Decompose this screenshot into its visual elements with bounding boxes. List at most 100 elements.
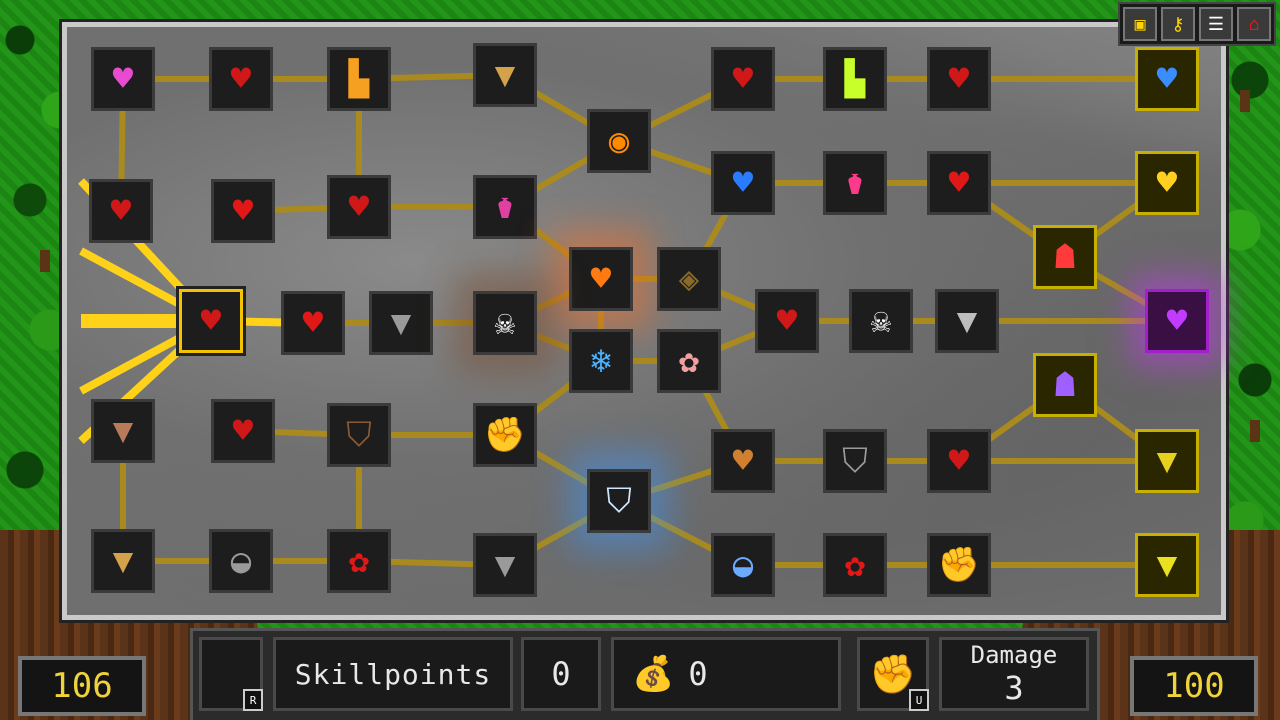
notes-icon[interactable]: ☰ — [1199, 7, 1233, 41]
skillpoints-value: 0 — [551, 655, 571, 693]
skill-node[interactable]: ♥ — [1135, 151, 1199, 215]
weapon-slot[interactable]: ✊ U — [857, 637, 929, 711]
skill-node[interactable]: ♥ — [755, 289, 819, 353]
skill-node[interactable]: ♥ — [91, 47, 155, 111]
frost-shield-icon: ⛉ — [606, 481, 632, 521]
skill-node[interactable]: ♥ — [1145, 289, 1209, 353]
tree-trunk — [40, 250, 50, 272]
skill-node[interactable]: ♥ — [1135, 47, 1199, 111]
speed-boot-icon: ▙ — [844, 59, 866, 99]
skill-node[interactable]: ☗ — [1033, 353, 1097, 417]
skill-node[interactable]: ▼ — [473, 43, 537, 107]
skill-node[interactable]: ◉ — [587, 109, 651, 173]
skill-node[interactable]: ◈ — [657, 247, 721, 311]
skill-node[interactable]: ♥ — [211, 179, 275, 243]
skull-icon: ☠ — [870, 301, 892, 341]
skill-node[interactable]: ✿ — [657, 329, 721, 393]
rose-icon: ✿ — [844, 545, 866, 585]
skill-node[interactable]: ☠ — [473, 291, 537, 355]
skill-slot[interactable]: R — [199, 637, 263, 711]
skill-node[interactable]: ♥ — [179, 289, 243, 353]
skill-node[interactable]: ❄ — [569, 329, 633, 393]
skill-node[interactable]: ▼ — [1135, 429, 1199, 493]
skill-node[interactable]: ▼ — [91, 529, 155, 593]
blue-helmet-icon: ◒ — [732, 545, 754, 585]
purple-heart-icon: ♥ — [1166, 301, 1188, 341]
skeleton-icon: ☠ — [494, 303, 516, 343]
skill-node[interactable]: ⛉ — [327, 403, 391, 467]
skill-node[interactable]: ♥ — [711, 429, 775, 493]
chest-armor-icon: ▼ — [494, 545, 516, 585]
anatomical-heart-icon: ♥ — [232, 191, 254, 231]
potion-icon: ⚱ — [494, 187, 516, 227]
skill-node[interactable]: ⚱ — [823, 151, 887, 215]
skill-node[interactable]: ◒ — [711, 533, 775, 597]
skill-node[interactable]: ♥ — [927, 429, 991, 493]
skill-node[interactable]: ⚱ — [473, 175, 537, 239]
skill-node[interactable]: ♥ — [209, 47, 273, 111]
weapon-slot-key: U — [909, 689, 929, 711]
skill-node[interactable]: ▙ — [327, 47, 391, 111]
small-hearts-icon: ♥ — [230, 59, 252, 99]
heart-blue-plus-icon: ♥ — [732, 163, 754, 203]
hearts-plus-icon: ♥ — [348, 187, 370, 227]
heart-armor-selected-icon: ♥ — [200, 301, 222, 341]
money-box: 💰 0 — [611, 637, 841, 711]
glowing-fist-icon: ✊ — [937, 545, 981, 585]
black-hole-icon: ◉ — [608, 121, 630, 161]
rose-icon: ✿ — [348, 541, 370, 581]
skill-node[interactable]: ♥ — [327, 175, 391, 239]
skill-node[interactable]: ♥ — [211, 399, 275, 463]
skill-node[interactable]: ♥ — [569, 247, 633, 311]
damage-box: Damage 3 — [939, 637, 1089, 711]
armor-torso-icon: ▼ — [494, 55, 516, 95]
key-icon[interactable]: ⚷ — [1161, 7, 1195, 41]
gold-armor-icon: ▼ — [1156, 441, 1178, 481]
skillpoints-label: Skillpoints — [294, 657, 492, 691]
skill-node[interactable]: ▼ — [369, 291, 433, 355]
damage-label: Damage — [970, 641, 1058, 669]
tree-trunk — [1250, 420, 1260, 442]
skill-node[interactable]: ▼ — [91, 399, 155, 463]
bottom-hud: R Skillpoints 0 💰 0 ✊ U Damage 3 — [190, 628, 1100, 720]
fire-heart-icon: ♥ — [590, 259, 612, 299]
chip-icon[interactable]: ▣ — [1123, 7, 1157, 41]
heart-armor-icon: ♥ — [948, 59, 970, 99]
skill-node[interactable]: ▼ — [935, 289, 999, 353]
gold-plate-icon: ▼ — [1156, 545, 1178, 585]
skill-node[interactable]: ☗ — [1033, 225, 1097, 289]
heart-armor-icon: ♥ — [948, 441, 970, 481]
skill-node[interactable]: ✿ — [327, 529, 391, 593]
compass-icon: ◈ — [678, 259, 700, 299]
sparkle-armor-icon: ▼ — [112, 541, 134, 581]
brain-icon: ✿ — [678, 341, 700, 381]
money-bag-icon: 💰 — [632, 654, 675, 694]
left-counter: 106 — [18, 656, 146, 716]
skill-node[interactable]: ✊ — [927, 533, 991, 597]
skill-node[interactable]: ✊ — [473, 403, 537, 467]
skill-node[interactable]: ▙ — [823, 47, 887, 111]
home-icon[interactable]: ⌂ — [1237, 7, 1271, 41]
skill-node[interactable]: ♥ — [89, 179, 153, 243]
skill-node[interactable]: ♥ — [281, 291, 345, 355]
skill-node[interactable]: ♥ — [927, 151, 991, 215]
skill-node[interactable]: ▼ — [1135, 533, 1199, 597]
skill-node[interactable]: ♥ — [927, 47, 991, 111]
damage-value: 3 — [1004, 669, 1024, 707]
skill-node[interactable]: ▼ — [473, 533, 537, 597]
right-counter: 100 — [1130, 656, 1258, 716]
heart-icon: ♥ — [302, 303, 324, 343]
heart-plus-icon: ♥ — [732, 59, 754, 99]
skill-node[interactable]: ♥ — [711, 151, 775, 215]
skill-node[interactable]: ⛉ — [587, 469, 651, 533]
wooden-shield-icon: ⛉ — [346, 415, 372, 455]
skill-node[interactable]: ◒ — [209, 529, 273, 593]
skill-node[interactable]: ♥ — [711, 47, 775, 111]
fist-icon: ✊ — [483, 415, 527, 455]
tree-trunk — [1240, 90, 1250, 112]
skill-node[interactable]: ☠ — [849, 289, 913, 353]
skill-node[interactable]: ⛉ — [823, 429, 887, 493]
skill-node[interactable]: ✿ — [823, 533, 887, 597]
skillpoints-value-box: 0 — [521, 637, 601, 711]
blue-figure-icon: ☗ — [1054, 365, 1076, 405]
